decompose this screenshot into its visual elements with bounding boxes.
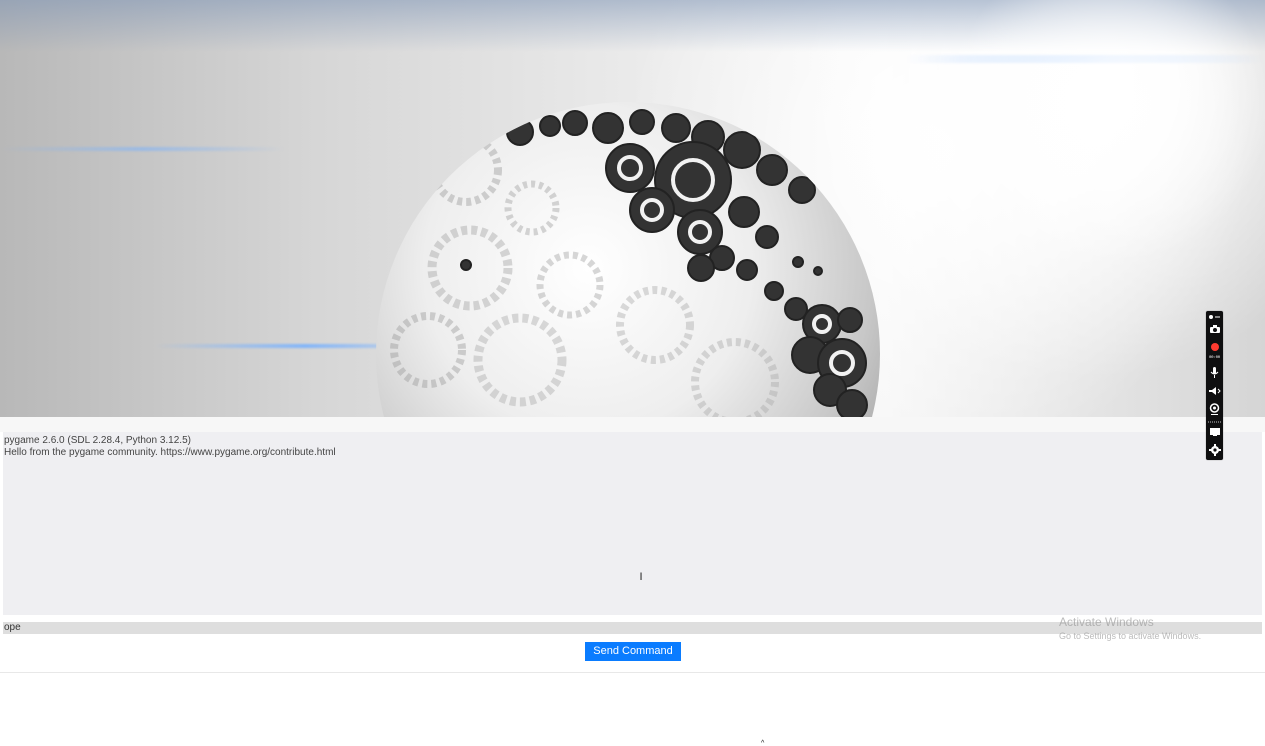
mouse-caret-icon: ^ xyxy=(761,740,765,746)
hero-console-separator xyxy=(0,417,1265,432)
toolbar-minimize-icon[interactable] xyxy=(1207,313,1222,320)
text-cursor-icon: I xyxy=(639,571,643,583)
console-output[interactable]: pygame 2.6.0 (SDL 2.28.4, Python 3.12.5)… xyxy=(3,432,1262,615)
bottom-divider xyxy=(0,672,1265,673)
webcam-icon[interactable] xyxy=(1207,402,1222,416)
command-input[interactable] xyxy=(3,622,1262,634)
record-icon[interactable] xyxy=(1207,341,1222,352)
gear-globe-image xyxy=(0,0,1265,417)
pygame-web-page: pygame 2.6.0 (SDL 2.28.4, Python 3.12.5)… xyxy=(0,0,1265,746)
send-command-button[interactable]: Send Command xyxy=(585,642,681,661)
camera-icon[interactable] xyxy=(1207,322,1222,335)
gear-icon[interactable] xyxy=(1207,443,1222,456)
sun-glare-shape xyxy=(950,0,1265,265)
toolbar-dotted-divider xyxy=(1207,421,1222,423)
microphone-icon[interactable] xyxy=(1207,365,1222,379)
screen-recorder-toolbar[interactable]: 00:00 xyxy=(1206,311,1223,460)
console-line: pygame 2.6.0 (SDL 2.28.4, Python 3.12.5) xyxy=(4,435,191,446)
speaker-icon[interactable] xyxy=(1207,384,1222,397)
console-line: Hello from the pygame community. https:/… xyxy=(4,447,336,458)
gear-globe-illustration xyxy=(376,0,1265,417)
recording-timer: 00:00 xyxy=(1208,356,1220,360)
screen-icon[interactable] xyxy=(1207,425,1222,438)
